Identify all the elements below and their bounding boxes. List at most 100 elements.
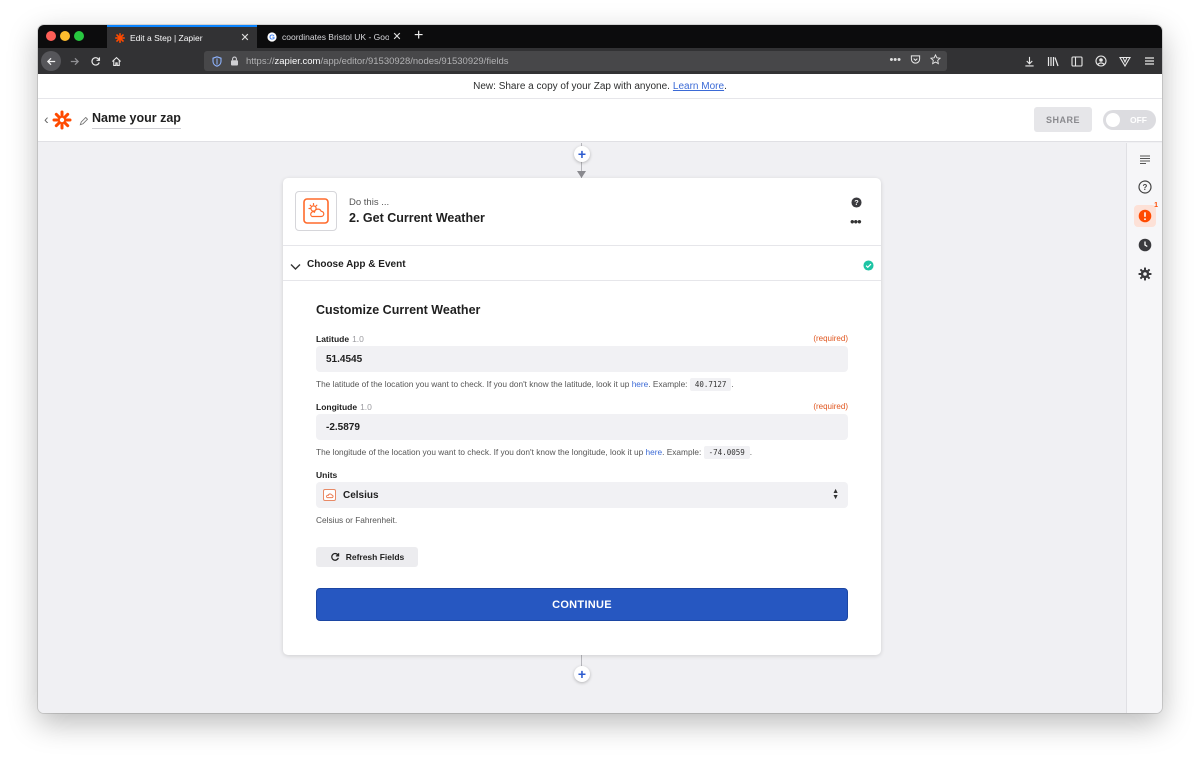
weather-app-icon (295, 191, 337, 231)
help-icon[interactable]: ? (851, 195, 862, 213)
latitude-version: 1.0 (352, 334, 364, 344)
plus-icon: + (577, 146, 587, 162)
check-circle-icon (863, 258, 874, 276)
zap-on-off-toggle[interactable]: OFF (1103, 110, 1156, 130)
latitude-help-after: . (731, 379, 734, 389)
reload-button[interactable] (85, 51, 105, 71)
refresh-fields-label: Refresh Fields (345, 552, 405, 562)
latitude-help-text: The latitude of the location you want to… (316, 378, 734, 391)
back-button[interactable] (41, 51, 61, 71)
right-sidebar: ? 1 (1126, 143, 1162, 713)
forward-button[interactable] (64, 51, 84, 71)
banner-text: New: Share a copy of your Zap with anyon… (473, 80, 670, 92)
browser-window: Edit a Step | Zapier ✕ G coordinates Bri… (38, 25, 1162, 713)
menu-icon[interactable] (1142, 51, 1156, 71)
bookmark-star-icon[interactable] (929, 53, 942, 68)
home-icon (111, 56, 121, 66)
section-label: Choose App & Event (307, 259, 406, 270)
new-tab-button[interactable]: + (414, 27, 423, 45)
step-title[interactable]: 2. Get Current Weather (349, 211, 485, 225)
longitude-required-badge: (required) (813, 402, 848, 411)
help-circle-icon[interactable]: ? (1134, 176, 1156, 198)
alert-count-badge: 1 (1154, 202, 1158, 209)
longitude-input[interactable] (316, 414, 848, 440)
continue-button[interactable]: CONTINUE (316, 588, 848, 621)
lock-icon[interactable] (230, 56, 240, 66)
latitude-example-code: 40.7127 (689, 378, 732, 391)
longitude-lookup-link[interactable]: here (646, 447, 663, 457)
share-button[interactable]: SHARE (1034, 107, 1092, 132)
url-text[interactable]: https://zapier.com/app/editor/91530928/n… (246, 56, 509, 67)
latitude-input[interactable] (316, 346, 848, 372)
latitude-label: Latitude 1.0 (316, 334, 364, 344)
minimize-window-button[interactable] (60, 31, 70, 41)
add-step-button-bottom[interactable]: + (574, 666, 590, 682)
alert-icon[interactable]: 1 (1134, 202, 1158, 227)
library-icon[interactable] (1046, 51, 1060, 71)
learn-more-link[interactable]: Learn More (673, 81, 724, 92)
zoom-window-button[interactable] (74, 31, 84, 41)
customize-section-title: Customize Current Weather (316, 303, 481, 317)
banner-period: . (724, 80, 727, 92)
tab-edit-step[interactable]: Edit a Step | Zapier ✕ (107, 25, 257, 48)
step-prefix: Do this ... (349, 197, 390, 208)
select-arrows-icon: ▲ ▼ (832, 488, 839, 501)
tab-label: Edit a Step | Zapier (130, 32, 203, 43)
more-options-icon[interactable]: ••• (850, 214, 862, 229)
account-icon[interactable] (1094, 51, 1108, 71)
tracking-shield-icon[interactable] (212, 55, 224, 67)
zapier-favicon-icon (115, 32, 125, 43)
longitude-help-after: . (749, 447, 753, 457)
latitude-label-text: Latitude (316, 334, 350, 344)
tab-close-icon[interactable]: ✕ (237, 31, 253, 44)
zap-name-input[interactable]: Name your zap (92, 111, 181, 129)
plus-icon: + (577, 666, 587, 682)
latitude-lookup-link[interactable]: here (632, 379, 649, 389)
notes-icon[interactable] (1134, 148, 1156, 170)
history-icon[interactable] (1134, 234, 1156, 256)
units-selected-value: Celsius (343, 490, 379, 501)
choose-app-event-section[interactable]: Choose App & Event (283, 247, 881, 281)
tab-strip: Edit a Step | Zapier ✕ G coordinates Bri… (38, 25, 1162, 48)
vpn-icon[interactable] (1118, 51, 1132, 71)
toolbar-right (1022, 51, 1156, 71)
longitude-help-text: The longitude of the location you want t… (316, 446, 752, 459)
arrow-down-icon (577, 171, 586, 178)
longitude-label: Longitude 1.0 (316, 402, 372, 412)
step-card: Do this ... 2. Get Current Weather ? •••… (283, 178, 881, 655)
settings-icon[interactable] (1134, 263, 1156, 285)
longitude-label-text: Longitude (316, 402, 358, 412)
reload-icon (90, 56, 100, 66)
longitude-help-before: The longitude of the location you want t… (316, 447, 644, 457)
units-help-text: Celsius or Fahrenheit. (316, 515, 398, 525)
url-bar[interactable]: https://zapier.com/app/editor/91530928/n… (204, 51, 947, 71)
editor-header: ‹ Name your zap SHARE OFF (38, 99, 1162, 142)
back-arrow-icon (46, 57, 55, 65)
more-icon[interactable]: ••• (889, 54, 901, 68)
svg-text:?: ? (1143, 183, 1148, 192)
pencil-icon[interactable] (79, 113, 89, 131)
longitude-version: 1.0 (360, 402, 372, 412)
svg-text:G: G (269, 32, 275, 41)
add-step-button-top[interactable]: + (574, 146, 590, 162)
zapier-logo-icon[interactable] (52, 110, 72, 135)
refresh-fields-button[interactable]: Refresh Fields (316, 547, 418, 567)
back-chevron-icon[interactable]: ‹ (44, 111, 49, 127)
navigation-bar: https://zapier.com/app/editor/91530928/n… (38, 48, 1162, 74)
longitude-example-code: -74.0059 (703, 446, 750, 459)
units-select[interactable]: Celsius ▲ ▼ (316, 482, 848, 508)
sidebar-icon[interactable] (1070, 51, 1084, 71)
latitude-help-before: The latitude of the location you want to… (316, 379, 630, 389)
close-window-button[interactable] (46, 31, 56, 41)
chevron-down-icon[interactable] (290, 258, 301, 276)
step-card-header: Do this ... 2. Get Current Weather ? ••• (283, 178, 881, 246)
tab-google-search[interactable]: G coordinates Bristol UK - Google ✕ (259, 25, 409, 48)
svg-text:?: ? (854, 198, 859, 207)
pocket-icon[interactable] (910, 54, 921, 68)
forward-arrow-icon (70, 57, 79, 65)
home-button[interactable] (106, 51, 126, 71)
url-path: /app/editor/91530928/nodes/91530929/fiel… (320, 55, 509, 67)
longitude-help-example: . Example: (662, 447, 702, 457)
tab-close-icon[interactable]: ✕ (389, 30, 405, 43)
download-icon[interactable] (1022, 51, 1036, 71)
